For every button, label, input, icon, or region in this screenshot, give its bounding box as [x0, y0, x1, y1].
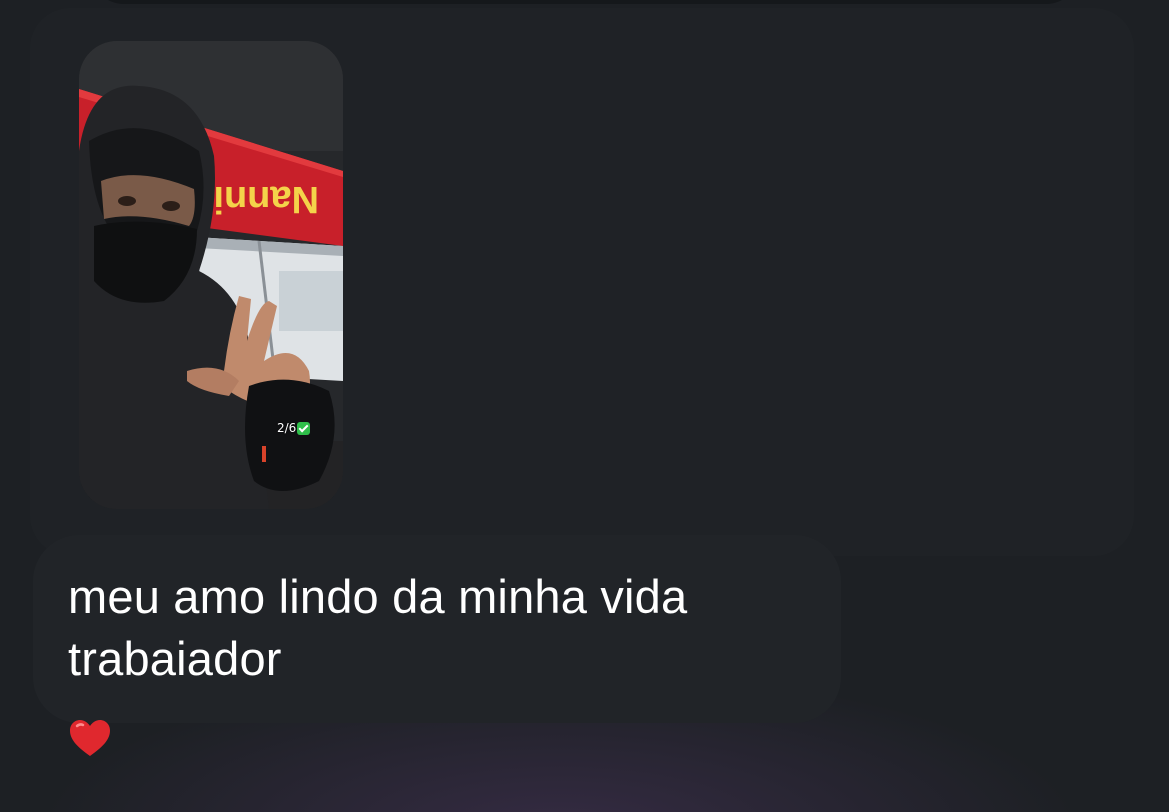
red-heart-icon [70, 720, 110, 756]
message-line-2: trabaiador [68, 632, 282, 685]
message-text: meu amo lindo da minha vida trabaiador [68, 566, 828, 690]
story-thumbnail[interactable]: Nanni 2/6 [79, 41, 343, 509]
check-mark-icon [297, 421, 311, 435]
previous-message-bubble[interactable] [90, 0, 1080, 4]
heart-reaction[interactable] [68, 717, 112, 761]
message-line-1: meu amo lindo da minha vida [68, 570, 688, 623]
chat-screen: Nanni 2/6 meu amo lindo da minha vida tr… [0, 0, 1169, 812]
story-counter-text: 2/6 [277, 421, 297, 435]
storefront-sign-text: Nanni [213, 178, 319, 220]
story-counter: 2/6 [277, 421, 311, 435]
story-photo: Nanni [79, 41, 343, 509]
